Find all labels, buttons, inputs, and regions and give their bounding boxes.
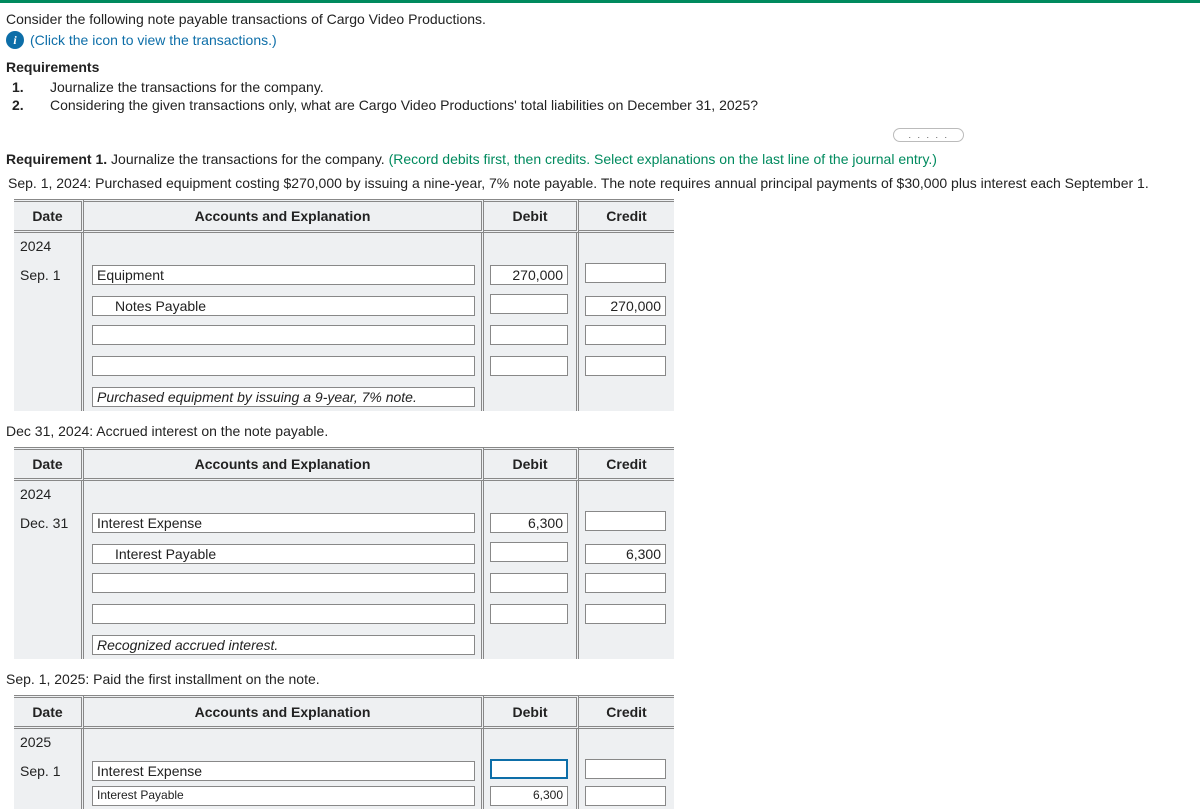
journal-table-3: Date Accounts and Explanation Debit Cred…	[14, 695, 674, 809]
t1-acct-2[interactable]	[92, 325, 475, 345]
req-num-1: 1.	[12, 79, 32, 95]
journal-table-2: Date Accounts and Explanation Debit Cred…	[14, 447, 674, 659]
th-debit: Debit	[484, 695, 579, 729]
journal-table-1: Date Accounts and Explanation Debit Cred…	[14, 199, 674, 411]
t3-date: Sep. 1	[14, 755, 84, 786]
t2-debit-2[interactable]	[490, 573, 568, 593]
t2-acct-2[interactable]	[92, 573, 475, 593]
th-debit: Debit	[484, 447, 579, 481]
t2-year: 2024	[14, 481, 84, 507]
t1-year: 2024	[14, 233, 84, 259]
t1-credit-0[interactable]	[585, 263, 666, 283]
t3-debit-1[interactable]: 6,300	[490, 786, 568, 806]
t1-credit-2[interactable]	[585, 325, 666, 345]
dots-pill: . . . . .	[893, 128, 964, 142]
t1-debit-3[interactable]	[490, 356, 568, 376]
t1-debit-0[interactable]: 270,000	[490, 265, 568, 285]
th-date: Date	[14, 695, 84, 729]
th-acct: Accounts and Explanation	[84, 199, 484, 233]
txn3-description: Sep. 1, 2025: Paid the first installment…	[6, 671, 1194, 687]
req-text-1: Journalize the transactions for the comp…	[50, 79, 324, 95]
info-icon[interactable]: i	[6, 31, 24, 49]
t2-debit-0[interactable]: 6,300	[490, 513, 568, 533]
t1-credit-3[interactable]	[585, 356, 666, 376]
t3-acct-0[interactable]: Interest Expense	[92, 761, 475, 781]
t2-acct-0[interactable]: Interest Expense	[92, 513, 475, 533]
t1-explanation[interactable]: Purchased equipment by issuing a 9-year,…	[92, 387, 475, 407]
t1-debit-1[interactable]	[490, 294, 568, 314]
t1-debit-2[interactable]	[490, 325, 568, 345]
req-text-2: Considering the given transactions only,…	[50, 97, 758, 113]
t2-date: Dec. 31	[14, 507, 84, 538]
t2-acct-1[interactable]: Interest Payable	[92, 544, 475, 564]
view-transactions-link[interactable]: (Click the icon to view the transactions…	[30, 32, 277, 48]
t2-explanation[interactable]: Recognized accrued interest.	[92, 635, 475, 655]
t3-debit-0[interactable]	[490, 759, 568, 779]
th-credit: Credit	[579, 199, 674, 233]
t2-credit-2[interactable]	[585, 573, 666, 593]
txn2-description: Dec 31, 2024: Accrued interest on the no…	[6, 423, 1194, 439]
requirements-heading: Requirements	[6, 59, 1194, 75]
section-divider: . . . . .	[6, 127, 1194, 141]
t3-year: 2025	[14, 729, 84, 755]
th-date: Date	[14, 447, 84, 481]
th-acct: Accounts and Explanation	[84, 695, 484, 729]
t3-credit-0[interactable]	[585, 759, 666, 779]
t2-credit-3[interactable]	[585, 604, 666, 624]
th-debit: Debit	[484, 199, 579, 233]
t3-credit-1[interactable]	[585, 786, 666, 806]
req-num-2: 2.	[12, 97, 32, 113]
requirement-1-instruction: Requirement 1. Journalize the transactio…	[6, 151, 1194, 167]
t2-debit-1[interactable]	[490, 542, 568, 562]
th-credit: Credit	[579, 447, 674, 481]
t2-credit-0[interactable]	[585, 511, 666, 531]
t1-acct-3[interactable]	[92, 356, 475, 376]
t2-credit-1[interactable]: 6,300	[585, 544, 666, 564]
txn1-description: Sep. 1, 2024: Purchased equipment costin…	[8, 175, 1194, 191]
t1-credit-1[interactable]: 270,000	[585, 296, 666, 316]
th-acct: Accounts and Explanation	[84, 447, 484, 481]
t2-debit-3[interactable]	[490, 604, 568, 624]
th-date: Date	[14, 199, 84, 233]
t1-acct-1[interactable]: Notes Payable	[92, 296, 475, 316]
t3-acct-1[interactable]: Interest Payable	[92, 786, 475, 806]
t1-acct-0[interactable]: Equipment	[92, 265, 475, 285]
t2-acct-3[interactable]	[92, 604, 475, 624]
intro-text: Consider the following note payable tran…	[6, 11, 1194, 27]
t1-date: Sep. 1	[14, 259, 84, 290]
th-credit: Credit	[579, 695, 674, 729]
